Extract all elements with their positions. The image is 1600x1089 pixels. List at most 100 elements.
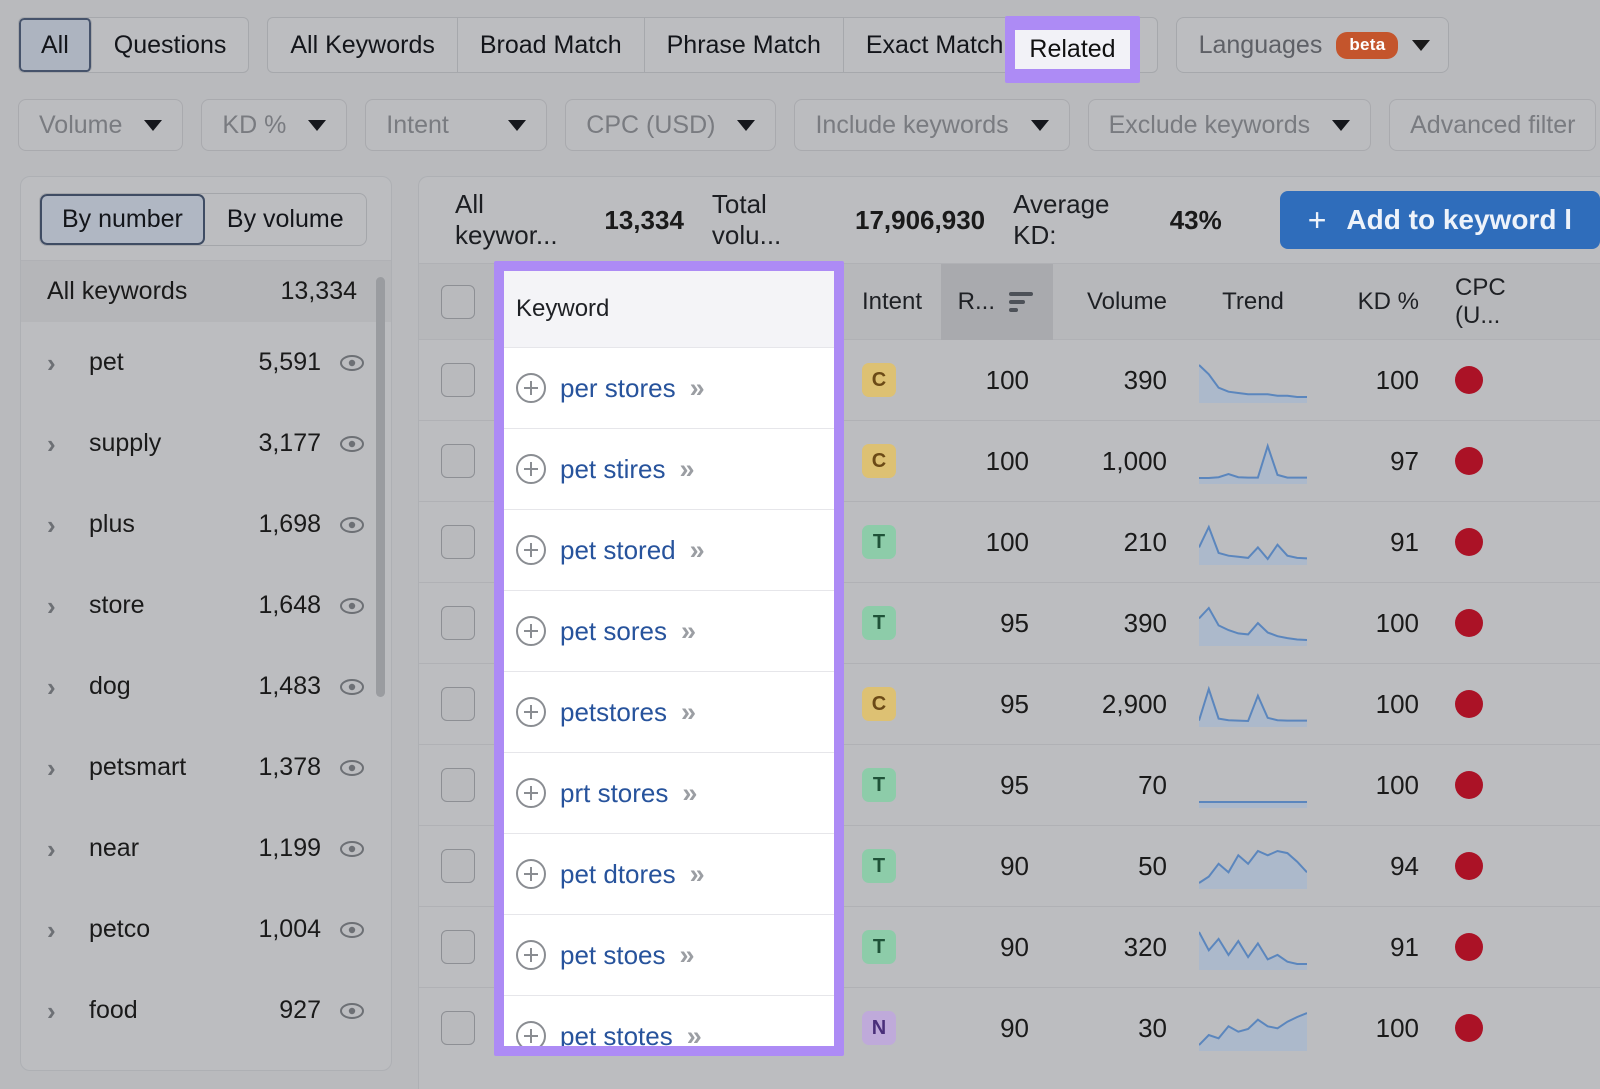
eye-icon[interactable] — [339, 512, 365, 538]
keyword-link[interactable]: pet stored — [560, 535, 676, 566]
row-checkbox[interactable] — [441, 363, 475, 397]
row-checkbox[interactable] — [441, 525, 475, 559]
plus-circle-icon[interactable] — [516, 940, 546, 970]
column-header-volume[interactable]: Volume — [1053, 288, 1185, 316]
plus-circle-icon[interactable] — [516, 616, 546, 646]
row-checkbox[interactable] — [441, 768, 475, 802]
cell-intent[interactable]: C — [846, 444, 941, 478]
keyword-link[interactable]: prt stores — [560, 778, 668, 809]
tab-exact-match[interactable]: Exact Match — [844, 18, 1027, 72]
keyword-link[interactable]: pet dtores — [560, 859, 676, 890]
tab-broad-match[interactable]: Broad Match — [458, 18, 645, 72]
sort-by-volume-button[interactable]: By volume — [205, 194, 366, 245]
row-checkbox[interactable] — [441, 930, 475, 964]
eye-icon[interactable] — [339, 674, 365, 700]
double-chevron-right-icon[interactable]: » — [681, 697, 693, 728]
sidebar-item-petco[interactable]: ›petco1,004 — [21, 889, 391, 970]
plus-circle-icon[interactable] — [516, 859, 546, 889]
keyword-link[interactable]: pet stotes — [560, 1021, 673, 1047]
select-all-checkbox-cell[interactable] — [419, 285, 496, 319]
chevron-right-icon[interactable]: › — [47, 836, 69, 862]
double-chevron-right-icon[interactable]: » — [690, 535, 702, 566]
chevron-right-icon[interactable]: › — [47, 917, 69, 943]
row-checkbox[interactable] — [441, 444, 475, 478]
keyword-link[interactable]: petstores — [560, 697, 667, 728]
cell-intent[interactable]: N — [846, 1011, 941, 1045]
column-header-rank[interactable]: R... — [941, 264, 1053, 340]
cell-intent[interactable]: T — [846, 768, 941, 802]
sidebar-item-near[interactable]: ›near1,199 — [21, 808, 391, 889]
plus-circle-icon[interactable] — [516, 778, 546, 808]
highlight-related-tab-label[interactable]: Related — [1015, 30, 1129, 69]
filter-intent[interactable]: Intent — [365, 99, 547, 151]
sidebar-item-plus[interactable]: ›plus1,698 — [21, 484, 391, 565]
chevron-right-icon[interactable]: › — [47, 998, 69, 1024]
sort-descending-icon[interactable] — [1009, 292, 1033, 312]
chevron-right-icon[interactable]: › — [47, 674, 69, 700]
filter-advanced[interactable]: Advanced filter — [1389, 99, 1596, 151]
eye-icon[interactable] — [339, 431, 365, 457]
sidebar-all-keywords-row[interactable]: All keywords 13,334 — [21, 260, 391, 322]
sidebar-item-food[interactable]: ›food927 — [21, 970, 391, 1051]
row-checkbox[interactable] — [441, 687, 475, 721]
keyword-link[interactable]: pet sores — [560, 616, 667, 647]
column-header-kd[interactable]: KD % — [1321, 288, 1437, 316]
filter-kd[interactable]: KD % — [201, 99, 347, 151]
cell-intent[interactable]: C — [846, 363, 941, 397]
filter-include-keywords[interactable]: Include keywords — [794, 99, 1069, 151]
highlight-keyword-row[interactable]: pet stored » — [504, 509, 834, 590]
add-to-keyword-list-button[interactable]: + Add to keyword l — [1280, 191, 1600, 249]
double-chevron-right-icon[interactable]: » — [690, 373, 702, 404]
row-checkbox-cell[interactable] — [419, 444, 496, 478]
eye-icon[interactable] — [339, 998, 365, 1024]
double-chevron-right-icon[interactable]: » — [681, 616, 693, 647]
chevron-right-icon[interactable]: › — [47, 593, 69, 619]
select-all-checkbox[interactable] — [441, 285, 475, 319]
keyword-link[interactable]: pet stires — [560, 454, 666, 485]
filter-cpc[interactable]: CPC (USD) — [565, 99, 776, 151]
sidebar-scrollbar[interactable] — [376, 277, 385, 697]
plus-circle-icon[interactable] — [516, 697, 546, 727]
languages-dropdown[interactable]: Languages beta — [1176, 17, 1450, 73]
sort-by-number-button[interactable]: By number — [40, 194, 205, 245]
filter-volume[interactable]: Volume — [18, 99, 183, 151]
highlight-keyword-row[interactable]: pet dtores» — [504, 833, 834, 914]
cell-intent[interactable]: T — [846, 525, 941, 559]
sidebar-item-pet[interactable]: ›pet5,591 — [21, 322, 391, 403]
row-checkbox[interactable] — [441, 1011, 475, 1045]
eye-icon[interactable] — [339, 836, 365, 862]
tab-all-keywords[interactable]: All Keywords — [268, 18, 458, 72]
eye-icon[interactable] — [339, 755, 365, 781]
keyword-link[interactable]: pet stoes — [560, 940, 666, 971]
double-chevron-right-icon[interactable]: » — [687, 1021, 699, 1047]
plus-circle-icon[interactable] — [516, 535, 546, 565]
column-header-trend[interactable]: Trend — [1185, 288, 1321, 316]
double-chevron-right-icon[interactable]: » — [682, 778, 694, 809]
highlight-keyword-row[interactable]: pet stoes» — [504, 914, 834, 995]
plus-circle-icon[interactable] — [516, 1021, 546, 1046]
sidebar-item-store[interactable]: ›store1,648 — [21, 565, 391, 646]
chevron-right-icon[interactable]: › — [47, 350, 69, 376]
cell-intent[interactable]: T — [846, 849, 941, 883]
row-checkbox-cell[interactable] — [419, 525, 496, 559]
eye-icon[interactable] — [339, 350, 365, 376]
row-checkbox[interactable] — [441, 849, 475, 883]
row-checkbox-cell[interactable] — [419, 930, 496, 964]
highlight-keyword-row[interactable]: pet stires» — [504, 428, 834, 509]
sidebar-item-dog[interactable]: ›dog1,483 — [21, 646, 391, 727]
keyword-link[interactable]: per stores — [560, 373, 676, 404]
cell-intent[interactable]: C — [846, 687, 941, 721]
sidebar-item-supply[interactable]: ›supply3,177 — [21, 403, 391, 484]
tab-all[interactable]: All — [19, 18, 92, 72]
row-checkbox-cell[interactable] — [419, 849, 496, 883]
row-checkbox-cell[interactable] — [419, 363, 496, 397]
chevron-right-icon[interactable]: › — [47, 755, 69, 781]
chevron-right-icon[interactable]: › — [47, 512, 69, 538]
sidebar-item-petsmart[interactable]: ›petsmart1,378 — [21, 727, 391, 808]
highlight-keyword-row[interactable]: petstores » — [504, 671, 834, 752]
row-checkbox-cell[interactable] — [419, 687, 496, 721]
column-header-cpc[interactable]: CPC (U... — [1437, 274, 1557, 330]
eye-icon[interactable] — [339, 917, 365, 943]
highlight-keyword-row[interactable]: pet sores » — [504, 590, 834, 671]
highlight-keyword-row[interactable]: prt stores » — [504, 752, 834, 833]
